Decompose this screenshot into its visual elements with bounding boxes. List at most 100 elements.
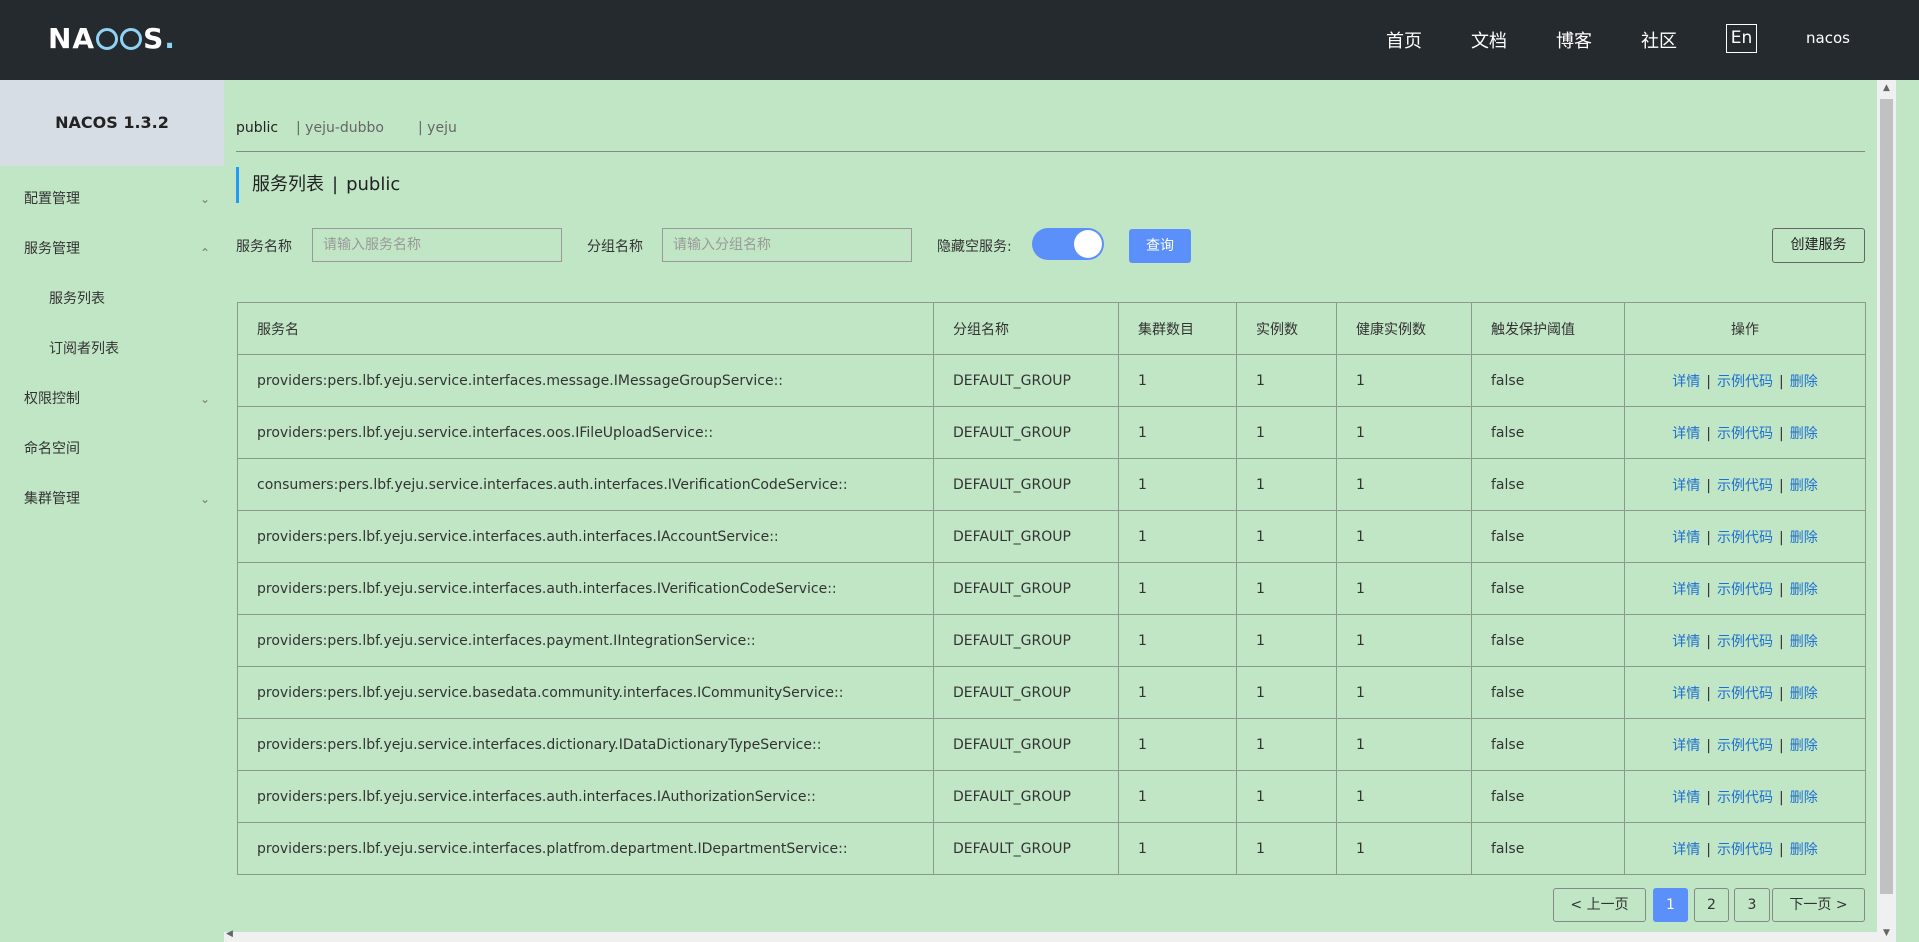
sidebar-title: NACOS 1.3.2 (0, 80, 224, 166)
protect-threshold-cell: false (1471, 562, 1625, 615)
detail-link[interactable]: 详情 (1672, 738, 1700, 754)
hide-empty-toggle[interactable] (1032, 228, 1104, 260)
delete-link[interactable]: 删除 (1790, 842, 1818, 858)
scroll-left-arrow-icon[interactable]: ◀ (226, 929, 233, 939)
detail-link[interactable]: 详情 (1672, 374, 1700, 390)
protect-threshold-cell: false (1471, 718, 1625, 771)
protect-threshold-cell: false (1471, 406, 1625, 459)
delete-link[interactable]: 删除 (1790, 530, 1818, 546)
vertical-scrollbar[interactable]: ▲ ▼ (1877, 80, 1896, 942)
sidebar-item-service-list[interactable]: 服务列表 (0, 274, 224, 324)
page-button-1[interactable]: 1 (1653, 888, 1688, 922)
query-button[interactable]: 查询 (1129, 229, 1191, 263)
service-name-cell: providers:pers.lbf.yeju.service.interfac… (237, 614, 934, 667)
sidebar-item-permission[interactable]: 权限控制 ⌄ (0, 374, 224, 424)
link-separator: | (1779, 737, 1784, 754)
column-header-group-name: 分组名称 (933, 302, 1119, 355)
sample-code-link[interactable]: 示例代码 (1717, 842, 1773, 858)
namespace-yeju[interactable]: | yeju (418, 120, 457, 136)
prev-page-button[interactable]: < 上一页 (1553, 888, 1646, 922)
delete-link[interactable]: 删除 (1790, 738, 1818, 754)
detail-link[interactable]: 详情 (1672, 582, 1700, 598)
operations-cell: 详情 | 示例代码 | 删除 (1624, 718, 1866, 771)
sample-code-link[interactable]: 示例代码 (1717, 738, 1773, 754)
detail-link[interactable]: 详情 (1672, 478, 1700, 494)
nav-home[interactable]: 首页 (1386, 27, 1422, 53)
delete-link[interactable]: 删除 (1790, 478, 1818, 494)
delete-link[interactable]: 删除 (1790, 686, 1818, 702)
logo-ring-icon (96, 28, 119, 50)
sidebar-item-cluster[interactable]: 集群管理 ⌄ (0, 474, 224, 524)
delete-link[interactable]: 删除 (1790, 426, 1818, 442)
sidebar-item-config[interactable]: 配置管理 ⌄ (0, 174, 224, 224)
detail-link[interactable]: 详情 (1672, 634, 1700, 650)
sample-code-link[interactable]: 示例代码 (1717, 426, 1773, 442)
delete-link[interactable]: 删除 (1790, 374, 1818, 390)
sidebar-item-namespace[interactable]: 命名空间 (0, 424, 224, 474)
operations-cell: 详情 | 示例代码 | 删除 (1624, 562, 1866, 615)
link-separator: | (1779, 373, 1784, 390)
instance-count-cell: 1 (1236, 406, 1337, 459)
language-toggle-button[interactable]: En (1726, 24, 1757, 53)
link-separator: | (1706, 373, 1711, 390)
cluster-count-cell: 1 (1118, 406, 1237, 459)
delete-link[interactable]: 删除 (1790, 582, 1818, 598)
link-separator: | (1779, 841, 1784, 858)
column-header-instance-count: 实例数 (1236, 302, 1337, 355)
sample-code-link[interactable]: 示例代码 (1717, 530, 1773, 546)
instance-count-cell: 1 (1236, 770, 1337, 823)
group-name-cell: DEFAULT_GROUP (933, 614, 1119, 667)
cluster-count-cell: 1 (1118, 822, 1237, 875)
detail-link[interactable]: 详情 (1672, 842, 1700, 858)
nav-blog[interactable]: 博客 (1556, 27, 1592, 53)
operations-cell: 详情 | 示例代码 | 删除 (1624, 458, 1866, 511)
namespace-yeju-dubbo[interactable]: | yeju-dubbo (296, 120, 384, 136)
nav-community[interactable]: 社区 (1641, 27, 1677, 53)
protect-threshold-cell: false (1471, 354, 1625, 407)
column-header-operations: 操作 (1624, 302, 1866, 355)
create-service-button[interactable]: 创建服务 (1772, 228, 1865, 263)
service-name-cell: providers:pers.lbf.yeju.service.basedata… (237, 666, 934, 719)
scroll-down-arrow-icon[interactable]: ▼ (1877, 925, 1896, 942)
column-header-cluster-count: 集群数目 (1118, 302, 1237, 355)
operations-cell: 详情 | 示例代码 | 删除 (1624, 406, 1866, 459)
operations-cell: 详情 | 示例代码 | 删除 (1624, 770, 1866, 823)
detail-link[interactable]: 详情 (1672, 530, 1700, 546)
delete-link[interactable]: 删除 (1790, 634, 1818, 650)
detail-link[interactable]: 详情 (1672, 790, 1700, 806)
delete-link[interactable]: 删除 (1790, 790, 1818, 806)
service-table: 服务名 分组名称 集群数目 实例数 健康实例数 触发保护阈值 操作 provid… (237, 302, 1866, 875)
scrollbar-thumb[interactable] (1880, 99, 1893, 894)
chevron-left-icon: < (1570, 897, 1587, 913)
sample-code-link[interactable]: 示例代码 (1717, 790, 1773, 806)
page-button-3[interactable]: 3 (1734, 888, 1770, 922)
sidebar-item-subscriber-list[interactable]: 订阅者列表 (0, 324, 224, 374)
group-name-cell: DEFAULT_GROUP (933, 354, 1119, 407)
sample-code-link[interactable]: 示例代码 (1717, 582, 1773, 598)
scroll-up-arrow-icon[interactable]: ▲ (1877, 80, 1896, 97)
sample-code-link[interactable]: 示例代码 (1717, 634, 1773, 650)
link-separator: | (1706, 529, 1711, 546)
service-name-cell: providers:pers.lbf.yeju.service.interfac… (237, 822, 934, 875)
horizontal-scrollbar[interactable]: ◀ (224, 929, 1877, 942)
detail-link[interactable]: 详情 (1672, 426, 1700, 442)
sample-code-link[interactable]: 示例代码 (1717, 478, 1773, 494)
user-menu[interactable]: nacos (1806, 29, 1850, 47)
service-name-input[interactable]: 请输入服务名称 (312, 228, 562, 262)
link-separator: | (1779, 477, 1784, 494)
detail-link[interactable]: 详情 (1672, 686, 1700, 702)
nacos-logo[interactable]: NA S. (48, 22, 176, 55)
next-page-button[interactable]: 下一页 > (1772, 888, 1865, 922)
column-header-healthy-instances: 健康实例数 (1336, 302, 1472, 355)
sample-code-link[interactable]: 示例代码 (1717, 686, 1773, 702)
nav-docs[interactable]: 文档 (1471, 27, 1507, 53)
protect-threshold-cell: false (1471, 770, 1625, 823)
table-row: providers:pers.lbf.yeju.service.interfac… (237, 406, 1866, 459)
sidebar-item-service[interactable]: 服务管理 ⌃ (0, 224, 224, 274)
link-separator: | (1779, 685, 1784, 702)
sample-code-link[interactable]: 示例代码 (1717, 374, 1773, 390)
namespace-public[interactable]: public (236, 120, 278, 136)
page-button-2[interactable]: 2 (1694, 888, 1729, 922)
group-name-input[interactable]: 请输入分组名称 (662, 228, 912, 262)
group-name-cell: DEFAULT_GROUP (933, 718, 1119, 771)
